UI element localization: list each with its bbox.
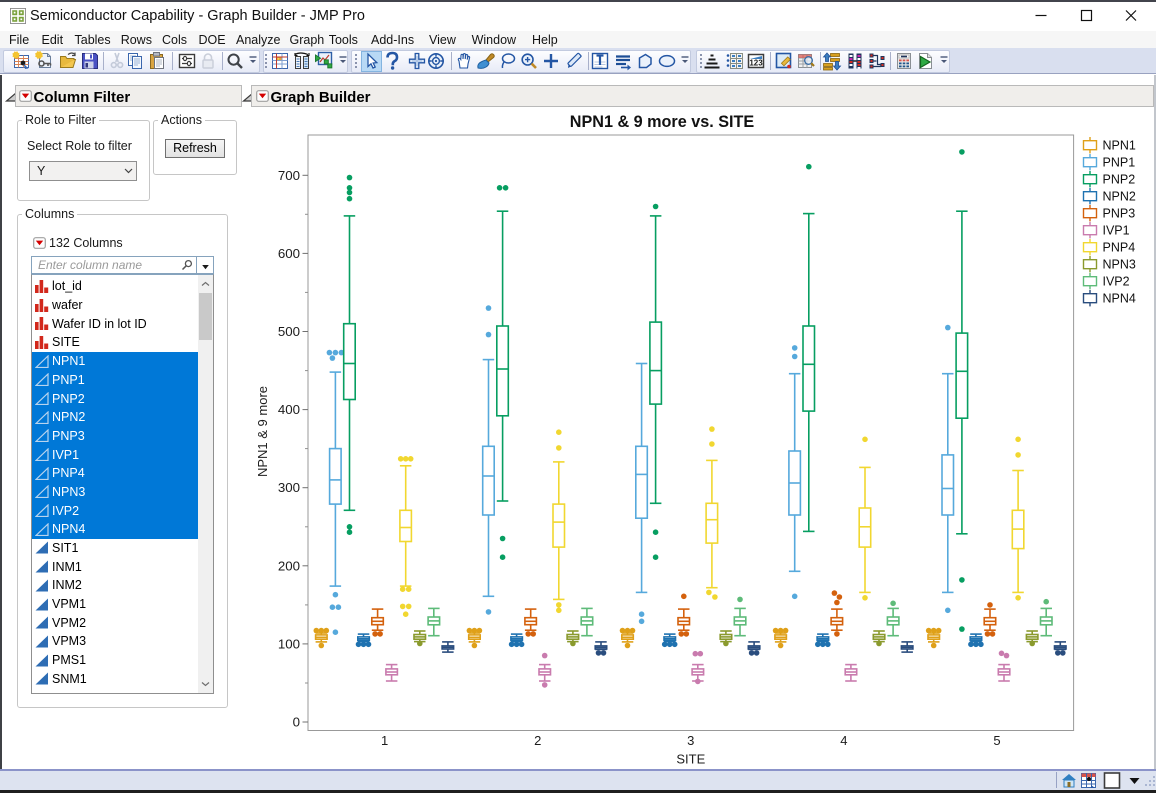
svg-text:700: 700: [278, 168, 300, 183]
svg-text:SITE: SITE: [676, 752, 705, 767]
svg-text:NPN1: NPN1: [1103, 139, 1136, 153]
svg-text:300: 300: [278, 480, 300, 495]
svg-text:IVP2: IVP2: [1103, 275, 1130, 289]
svg-text:2: 2: [534, 733, 541, 748]
svg-text:3: 3: [687, 733, 694, 748]
svg-text:1: 1: [381, 733, 388, 748]
svg-text:NPN1 & 9 more: NPN1 & 9 more: [255, 386, 270, 477]
svg-text:PNP1: PNP1: [1103, 156, 1136, 170]
svg-text:PNP4: PNP4: [1103, 241, 1136, 255]
svg-text:5: 5: [993, 733, 1000, 748]
svg-text:100: 100: [278, 636, 300, 651]
svg-text:PNP3: PNP3: [1103, 207, 1136, 221]
svg-text:NPN4: NPN4: [1103, 292, 1136, 306]
svg-text:NPN2: NPN2: [1103, 190, 1136, 204]
svg-text:PNP2: PNP2: [1103, 173, 1136, 187]
svg-text:IVP1: IVP1: [1103, 224, 1130, 238]
svg-text:400: 400: [278, 402, 300, 417]
svg-text:600: 600: [278, 246, 300, 261]
svg-text:4: 4: [840, 733, 847, 748]
svg-text:200: 200: [278, 558, 300, 573]
svg-text:NPN3: NPN3: [1103, 258, 1136, 272]
svg-text:NPN1 & 9 more vs. SITE: NPN1 & 9 more vs. SITE: [570, 113, 755, 131]
svg-text:0: 0: [293, 715, 300, 730]
svg-text:500: 500: [278, 324, 300, 339]
